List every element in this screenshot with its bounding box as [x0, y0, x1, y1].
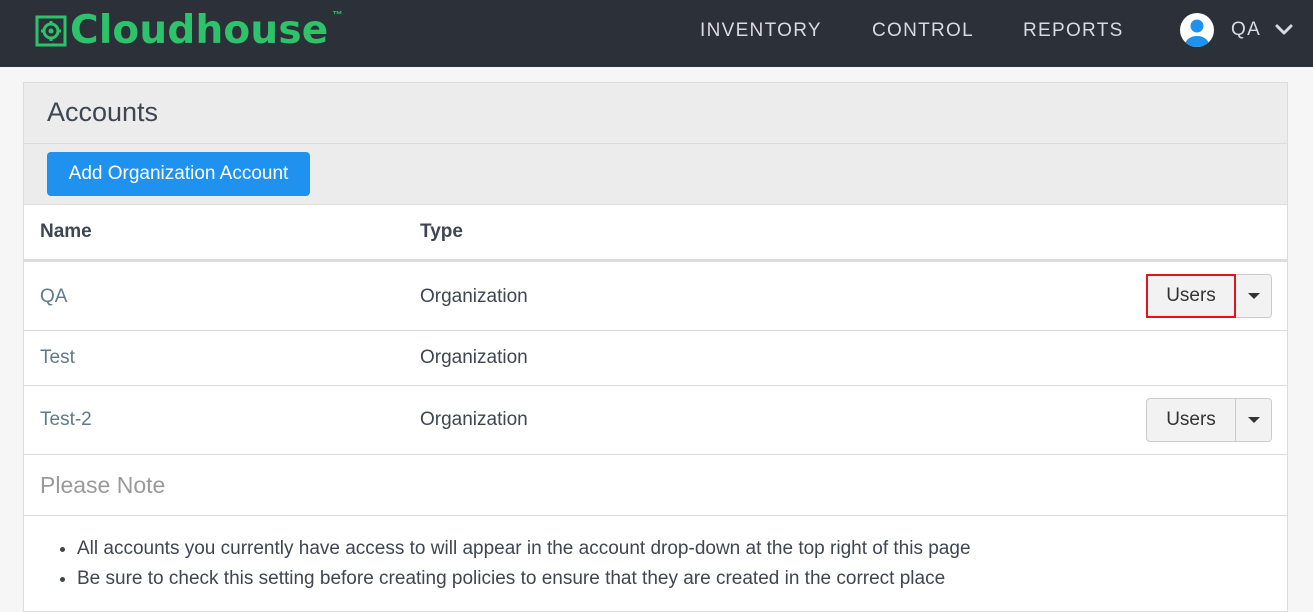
trademark-symbol: ™: [332, 10, 343, 21]
users-button[interactable]: Users: [1146, 398, 1236, 442]
gear-logo-icon: [35, 15, 67, 47]
nav-inventory[interactable]: INVENTORY: [700, 19, 822, 43]
note-title: Please Note: [40, 472, 166, 498]
list-item: Be sure to check this setting before cre…: [77, 564, 971, 594]
table-row: QA Organization Users: [24, 262, 1287, 331]
panel-toolbar: Add Organization Account: [24, 144, 1287, 205]
users-button-group: Users: [1146, 274, 1272, 318]
account-type: Organization: [420, 286, 528, 307]
top-navbar: Cloudhouse ™ INVENTORY CONTROL REPORTS Q…: [0, 0, 1313, 67]
account-type: Organization: [420, 409, 528, 430]
account-dropdown[interactable]: QA: [1179, 12, 1293, 48]
caret-down-icon: [1247, 417, 1260, 423]
account-name-link[interactable]: Test: [40, 347, 75, 369]
users-dropdown-toggle[interactable]: [1236, 274, 1272, 318]
page-title: Accounts: [47, 97, 159, 127]
user-avatar-icon: [1180, 13, 1214, 47]
column-header-name: Name: [40, 221, 92, 242]
note-divider: [24, 515, 1287, 516]
users-button[interactable]: Users: [1146, 274, 1236, 318]
brand-logo[interactable]: Cloudhouse ™: [34, 8, 342, 54]
table-row: Test-2 Organization Users: [24, 386, 1287, 455]
note-list: All accounts you currently have access t…: [77, 534, 971, 594]
panel-header: Accounts: [24, 83, 1287, 144]
users-button-group: Users: [1146, 398, 1272, 442]
chevron-down-icon: [1275, 24, 1293, 35]
current-account-name: QA: [1231, 19, 1262, 40]
accounts-panel: Accounts Add Organization Account Name T…: [23, 82, 1288, 612]
account-type: Organization: [420, 347, 528, 368]
list-item: All accounts you currently have access t…: [77, 534, 971, 564]
account-name-link[interactable]: Test-2: [40, 409, 92, 431]
nav-reports[interactable]: REPORTS: [1023, 19, 1124, 43]
nav-control[interactable]: CONTROL: [872, 19, 974, 43]
caret-down-icon: [1247, 293, 1260, 299]
account-name-link[interactable]: QA: [40, 286, 67, 308]
users-dropdown-toggle[interactable]: [1236, 398, 1272, 442]
add-organization-account-button[interactable]: Add Organization Account: [47, 152, 310, 196]
table-row: Test Organization: [24, 331, 1287, 386]
brand-name: Cloudhouse: [70, 8, 329, 53]
column-header-type: Type: [420, 221, 463, 242]
